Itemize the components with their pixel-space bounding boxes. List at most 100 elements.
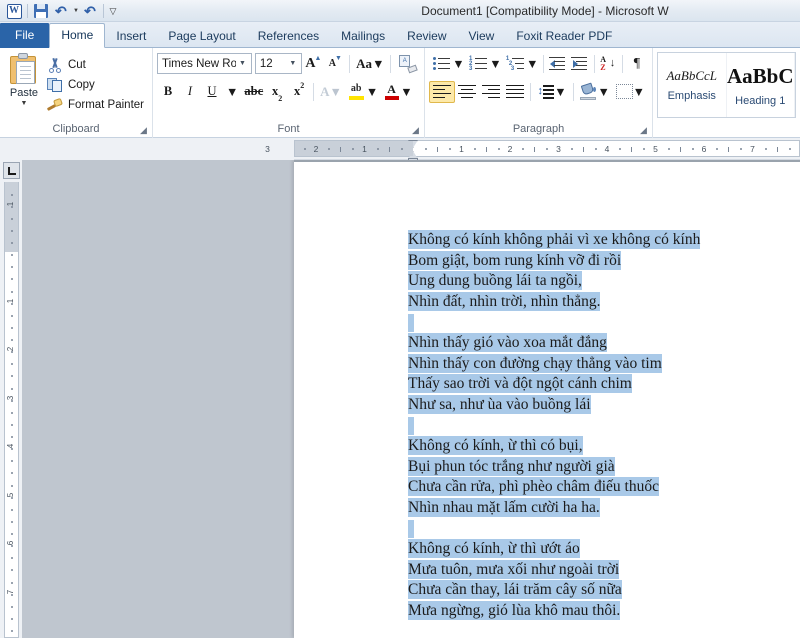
increase-indent-button[interactable]	[569, 53, 591, 75]
text-line[interactable]: Thấy sao trời và đột ngột cánh chim	[408, 374, 800, 395]
align-center-icon	[457, 84, 476, 99]
bold-button[interactable]: B	[157, 81, 179, 103]
document-page[interactable]: Không có kính không phải vì xe không có …	[294, 160, 800, 638]
text-line[interactable]: Mưa tuôn, mưa xối như ngoài trời	[408, 559, 800, 581]
ruler-minor-tick	[570, 148, 573, 150]
tab-references[interactable]: References	[247, 24, 330, 48]
paste-button[interactable]: Paste ▼	[4, 51, 44, 117]
grow-font-button[interactable]: A ▲	[302, 53, 324, 75]
align-center-button[interactable]	[455, 81, 479, 103]
tab-page-layout[interactable]: Page Layout	[157, 24, 246, 48]
selected-text: Bụi phun tóc trắng như người già	[408, 456, 615, 476]
subscript-button[interactable]: x2	[266, 81, 288, 103]
clear-formatting-button[interactable]: A	[394, 53, 420, 75]
text-line[interactable]: Không có kính, ừ thì có bụi,	[408, 435, 800, 457]
superscript-button[interactable]: x2	[288, 81, 310, 103]
ruler-minor-tick	[643, 148, 646, 150]
decrease-indent-button[interactable]	[547, 53, 569, 75]
paste-dropdown-icon[interactable]: ▼	[21, 100, 28, 107]
tab-stop-selector-icon[interactable]	[3, 162, 20, 179]
document-text[interactable]: Không có kính không phải vì xe không có …	[408, 230, 800, 638]
blank-line[interactable]	[408, 312, 800, 333]
bullets-dropdown-icon[interactable]: ▼	[451, 53, 466, 75]
style-item-heading-1[interactable]: AaBbC Heading 1	[727, 53, 795, 117]
horizontal-ruler[interactable]: 3 2 1 1 2 3 4 5 6 7	[265, 140, 800, 163]
justify-button[interactable]	[503, 81, 527, 103]
blank-line[interactable]	[408, 518, 800, 539]
format-painter-button[interactable]: Format Painter	[44, 95, 148, 115]
tab-view[interactable]: View	[458, 24, 506, 48]
text-line[interactable]: Không có kính không phải vì xe không có …	[408, 230, 800, 251]
text-line[interactable]: Nhìn thấy gió vào xoa mắt đắng	[408, 332, 800, 354]
shrink-font-button[interactable]: A ▼	[324, 53, 346, 75]
shading-button[interactable]: ▼	[577, 81, 613, 103]
italic-button[interactable]: I	[179, 81, 201, 103]
text-highlight-color-button[interactable]: ab ▼	[345, 81, 381, 103]
font-size-chevron-down-icon[interactable]: ▼	[286, 60, 299, 67]
underline-dropdown-icon[interactable]: ▼	[223, 81, 241, 103]
ruler-minor-tick	[425, 148, 428, 150]
text-line[interactable]: Nhìn đất, nhìn trời, nhìn thẳng.	[408, 291, 800, 313]
multilevel-list-button[interactable]: 123	[503, 53, 525, 75]
sort-button[interactable]: A Z ↓	[597, 53, 619, 75]
text-effects-button[interactable]: A ▼	[317, 81, 345, 103]
vruler-minor-tick	[11, 520, 13, 523]
bullets-button[interactable]	[429, 53, 451, 75]
multilevel-list-dropdown-icon[interactable]: ▼	[525, 53, 540, 75]
ruler-tick-label: 5	[653, 144, 658, 154]
font-dialog-launcher-icon[interactable]: ◢	[410, 125, 421, 136]
text-line[interactable]: Nhìn nhau mặt lấm cười ha ha.	[408, 497, 800, 519]
ruler-half-tick	[631, 147, 633, 152]
borders-button[interactable]: ▼	[613, 81, 648, 103]
paragraph-stanza[interactable]: Không có kính, ừ thì ướt áo Mưa tuôn, mưa…	[408, 538, 800, 622]
paragraph-stanza[interactable]: Không có kính, ừ thì có bụi, Bụi phun tóc…	[408, 435, 800, 539]
style-item-emphasis[interactable]: AaBbCcL Emphasis	[658, 53, 727, 117]
text-line[interactable]: Mưa ngừng, gió lùa khô mau thôi.	[408, 600, 800, 622]
copy-label: Copy	[67, 79, 95, 91]
ruler-half-tick	[776, 147, 778, 152]
selected-blank	[408, 519, 414, 538]
vruler-minor-tick	[11, 375, 13, 378]
text-line[interactable]: Như sa, như ùa vào buồng lái	[408, 394, 800, 416]
text-line[interactable]: Bụi phun tóc trắng như người già	[408, 456, 800, 478]
tab-review[interactable]: Review	[396, 24, 457, 48]
line-spacing-button[interactable]: ↕ ▼	[534, 81, 570, 103]
text-line[interactable]: Không có kính, ừ thì ướt áo	[408, 538, 800, 560]
vruler-minor-tick	[11, 254, 13, 257]
ruler-half-tick	[728, 147, 730, 152]
text-line[interactable]: Chưa cần thay, lái trăm cây số nữa	[408, 580, 800, 601]
underline-button[interactable]: U	[201, 81, 223, 103]
tab-file[interactable]: File	[0, 23, 50, 48]
paragraph-dialog-launcher-icon[interactable]: ◢	[638, 125, 649, 136]
clipboard-dialog-launcher-icon[interactable]: ◢	[138, 125, 149, 136]
text-line[interactable]: Bom giật, bom rung kính vỡ đi rồi	[408, 250, 800, 272]
tab-home[interactable]: Home	[49, 23, 106, 48]
cut-button[interactable]: Cut	[44, 55, 148, 75]
font-name-chevron-down-icon[interactable]: ▼	[236, 60, 249, 67]
font-name-combo[interactable]: Times New Rom ▼	[157, 53, 252, 74]
copy-button[interactable]: Copy	[44, 75, 148, 95]
paragraph-stanza[interactable]: Không có kính không phải vì xe không có …	[408, 230, 800, 333]
align-right-button[interactable]	[479, 81, 503, 103]
font-size-combo[interactable]: 12 ▼	[254, 53, 303, 74]
ruler-minor-tick	[546, 148, 549, 150]
change-case-button[interactable]: Aa ▼	[353, 53, 387, 75]
text-line[interactable]: Nhìn thấy con đường chạy thẳng vào tim	[408, 353, 800, 375]
align-left-button[interactable]	[429, 80, 455, 103]
tab-mailings[interactable]: Mailings	[330, 24, 396, 48]
font-color-button[interactable]: A ▼	[381, 81, 415, 103]
numbering-dropdown-icon[interactable]: ▼	[488, 53, 503, 75]
blank-line[interactable]	[408, 415, 800, 436]
numbering-button[interactable]: 123	[466, 53, 488, 75]
text-line[interactable]: Ung dung buồng lái ta ngồi,	[408, 271, 800, 292]
tab-foxit-reader-pdf[interactable]: Foxit Reader PDF	[505, 24, 623, 48]
text-line[interactable]: Chưa cần rửa, phì phèo châm điếu thuốc	[408, 477, 800, 498]
show-hide-marks-button[interactable]: ¶	[626, 53, 648, 75]
tab-insert[interactable]: Insert	[105, 24, 157, 48]
paragraph-stanza[interactable]: Nhìn thấy gió vào xoa mắt đắng Nhìn thấy …	[408, 332, 800, 436]
vruler-minor-tick	[11, 460, 13, 463]
ruler-minor-tick	[691, 148, 694, 150]
strikethrough-button[interactable]: abc	[241, 81, 266, 103]
vertical-ruler[interactable]: 11234567	[4, 182, 19, 638]
document-canvas[interactable]: Không có kính không phải vì xe không có …	[22, 160, 800, 638]
